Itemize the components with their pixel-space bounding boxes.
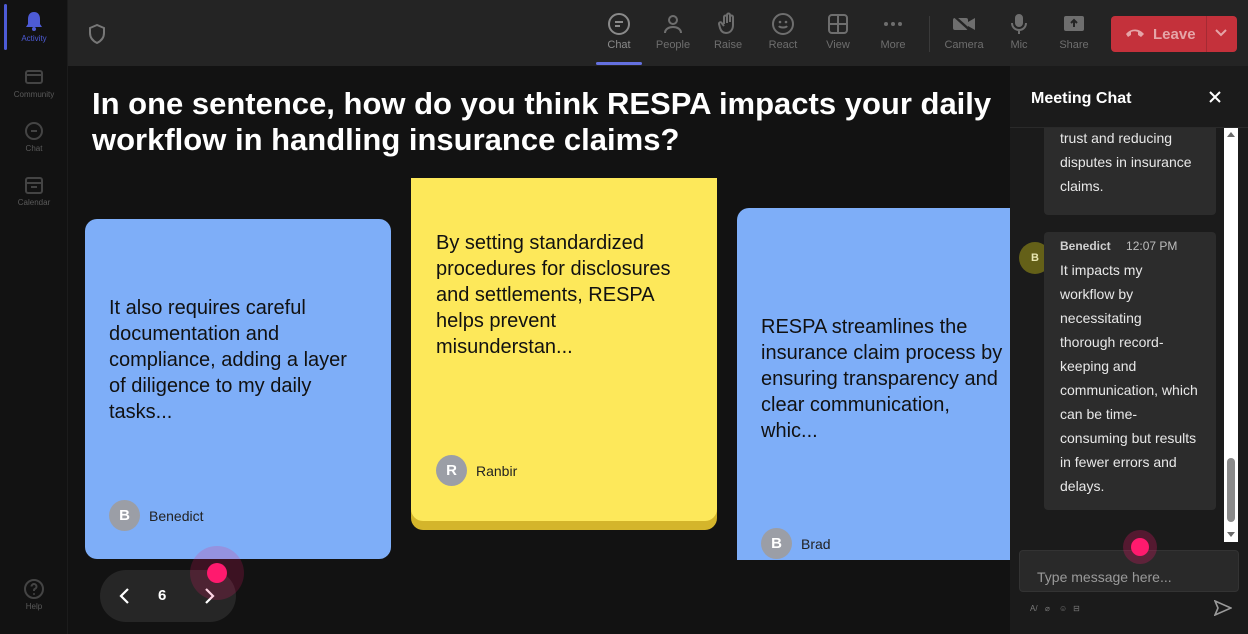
- author-name: Ranbir: [476, 462, 518, 479]
- toolbar-camera-button[interactable]: Camera: [939, 10, 989, 60]
- camera-off-icon: [952, 14, 975, 34]
- rail-label: Chat: [25, 144, 43, 153]
- bell-icon: [26, 12, 42, 31]
- toolbar-label: Camera: [944, 39, 984, 51]
- rail-item-chat[interactable]: Chat: [0, 120, 68, 153]
- toolbar-label: View: [826, 39, 850, 51]
- grid-icon: [828, 14, 848, 34]
- people-icon: [664, 15, 682, 34]
- note-text: By setting standardized procedures for d…: [436, 232, 671, 358]
- scroll-down-arrow[interactable]: [1227, 532, 1235, 537]
- format-icon[interactable]: A/: [1030, 604, 1038, 613]
- click-indicator-dot: [1131, 538, 1149, 556]
- toolbar-label: Mic: [1010, 39, 1028, 51]
- toolbar-label: Chat: [607, 39, 631, 51]
- send-icon[interactable]: [1214, 600, 1232, 616]
- chevron-down-icon[interactable]: [1215, 29, 1227, 37]
- avatar: B: [109, 500, 140, 531]
- sticky-note[interactable]: By setting standardized procedures for d…: [411, 178, 717, 521]
- toolbar-label: People: [655, 39, 691, 51]
- page-number: 6: [158, 587, 167, 604]
- chat-header: Meeting Chat: [1010, 66, 1248, 128]
- calendar-icon: [25, 177, 43, 194]
- meeting-chat-panel: Meeting Chat trust and reducing disputes…: [1010, 66, 1248, 634]
- shield-icon[interactable]: [88, 24, 106, 44]
- message-time: 12:07 PM: [1126, 239, 1178, 253]
- note-author: B Benedict: [109, 500, 203, 531]
- rail-item-calendar[interactable]: Calendar: [0, 174, 68, 207]
- toolbar-people-button[interactable]: People: [648, 10, 698, 60]
- note-text: It also requires careful documentation a…: [109, 297, 347, 423]
- chat-message: Benedict 12:07 PM It impacts my workflow…: [1044, 232, 1216, 510]
- rail-label: Activity: [21, 34, 47, 43]
- toolbar-react-button[interactable]: React: [758, 10, 808, 60]
- active-tab-indicator: [596, 62, 642, 65]
- sticky-note[interactable]: It also requires careful documentation a…: [85, 219, 391, 559]
- close-icon[interactable]: [1208, 90, 1222, 104]
- rail-item-activity[interactable]: Activity: [0, 10, 68, 43]
- toolbar-separator: [929, 16, 930, 52]
- note-text: RESPA streamlines the insurance claim pr…: [761, 316, 1003, 442]
- chat-message: trust and reducing disputes in insurance…: [1044, 128, 1216, 215]
- rail-label: Calendar: [17, 198, 51, 207]
- leave-label: Leave: [1153, 26, 1196, 43]
- rail-item-help[interactable]: Help: [0, 578, 68, 611]
- emoji-icon[interactable]: ☺: [1059, 604, 1067, 613]
- sticky-note[interactable]: RESPA streamlines the insurance claim pr…: [737, 208, 1010, 560]
- chat-scrollbar[interactable]: [1224, 128, 1238, 542]
- gif-icon[interactable]: ⊟: [1073, 604, 1080, 613]
- toolbar-view-button[interactable]: View: [813, 10, 863, 60]
- rail-label: Community: [13, 90, 55, 99]
- toolbar-label: React: [768, 39, 798, 51]
- avatar: R: [436, 455, 467, 486]
- chat-icon: [608, 13, 630, 35]
- toolbar-chat-button[interactable]: Chat: [594, 10, 644, 60]
- chat-icon: [25, 122, 43, 140]
- leave-button[interactable]: Leave: [1111, 16, 1237, 52]
- message-meta: Benedict 12:07 PM: [1060, 232, 1216, 258]
- scrollbar-thumb[interactable]: [1227, 458, 1235, 522]
- meeting-toolbar: Chat People Raise React View More Camera…: [68, 0, 1248, 66]
- attach-icon[interactable]: ⌀: [1045, 604, 1050, 613]
- app-rail: Activity Community Chat Calendar Help: [0, 0, 68, 634]
- hang-up-icon: [1126, 29, 1144, 37]
- chat-messages[interactable]: trust and reducing disputes in insurance…: [1010, 128, 1248, 542]
- author-name: Brad: [801, 535, 831, 552]
- smiley-icon: [772, 13, 794, 35]
- author-name: Benedict: [149, 507, 204, 524]
- toolbar-raise-button[interactable]: Raise: [703, 10, 753, 60]
- note-author: B Brad: [761, 528, 831, 559]
- toolbar-share-button[interactable]: Share: [1049, 10, 1099, 60]
- chat-title: Meeting Chat: [1031, 90, 1132, 107]
- message-text: It impacts my workflow by necessitating …: [1060, 262, 1198, 494]
- message-text: trust and reducing disputes in insurance…: [1060, 130, 1192, 194]
- toolbar-label: More: [880, 39, 906, 51]
- click-indicator-dot: [207, 563, 227, 583]
- toolbar-label: Share: [1059, 39, 1089, 51]
- rail-item-community[interactable]: Community: [0, 66, 68, 99]
- avatar: B: [761, 528, 792, 559]
- share-icon: [1064, 16, 1084, 31]
- rail-label: Help: [25, 602, 43, 611]
- toolbar-more-button[interactable]: More: [868, 10, 918, 60]
- raise-hand-icon: [718, 12, 734, 35]
- toolbar-mic-button[interactable]: Mic: [994, 10, 1044, 60]
- note-author: R Ranbir: [436, 455, 517, 486]
- mic-icon: [1011, 14, 1027, 34]
- community-icon: [25, 70, 43, 84]
- toolbar-label: Raise: [713, 39, 743, 51]
- scroll-up-arrow[interactable]: [1227, 132, 1235, 137]
- avatar-initial: B: [1031, 252, 1039, 264]
- board-stage: In one sentence, how do you think RESPA …: [68, 66, 1010, 634]
- message-sender: Benedict: [1060, 239, 1111, 253]
- help-icon: [24, 579, 44, 599]
- chevron-left-icon[interactable]: [116, 586, 134, 606]
- question-title: In one sentence, how do you think RESPA …: [92, 86, 992, 157]
- more-icon: [884, 22, 902, 26]
- leave-divider: [1206, 16, 1207, 52]
